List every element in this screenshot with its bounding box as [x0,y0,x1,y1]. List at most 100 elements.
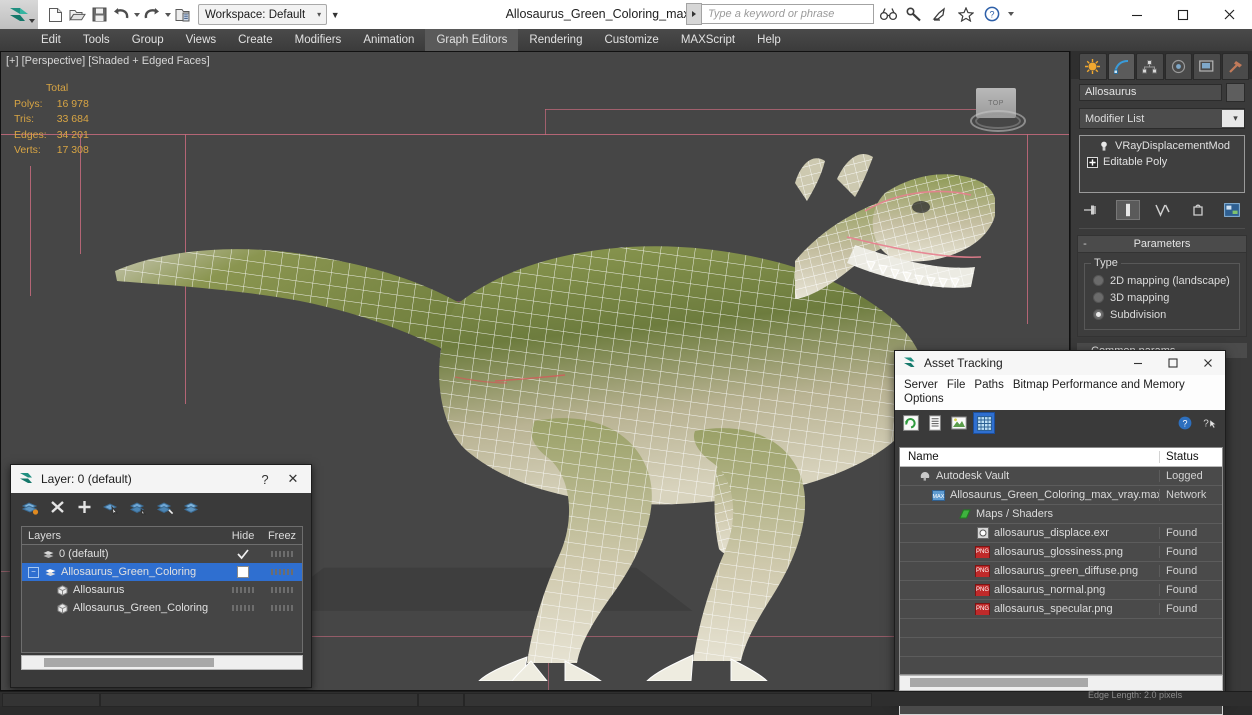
remove-modifier-button[interactable] [1187,201,1209,219]
layer-help-button[interactable]: ? [251,466,279,492]
stack-item-editable-poly[interactable]: Editable Poly [1082,154,1242,170]
asset-menu-server[interactable]: Server [904,378,947,392]
layer-row-default[interactable]: 0 (default) [22,545,302,563]
asset-menu-paths[interactable]: Paths [974,378,1012,392]
show-end-result-button[interactable] [1115,200,1140,220]
layer-current-check[interactable] [224,548,262,560]
star-button[interactable] [954,2,978,26]
asset-row-maps-shaders[interactable]: Maps / Shaders [900,505,1222,524]
menu-create[interactable]: Create [227,29,284,51]
layer-freeze-toggle[interactable] [262,551,302,557]
menu-views[interactable]: Views [175,29,227,51]
menu-rendering[interactable]: Rendering [518,29,593,51]
menu-group[interactable]: Group [121,29,175,51]
new-layer-icon[interactable] [21,498,39,516]
checkbox-icon[interactable] [237,566,249,578]
asset-row-autodesk-vault[interactable]: Autodesk Vault Logged [900,467,1222,486]
binoculars-button[interactable] [876,2,900,26]
asset-maximize-button[interactable] [1155,351,1190,375]
help-dropdown-button[interactable] [1006,3,1015,25]
asset-row-max-file[interactable]: MAX Allosaurus_Green_Coloring_max_vray.m… [900,486,1222,505]
open-file-button[interactable] [66,4,88,26]
asset-row-green-diffuse-png[interactable]: PNG allosaurus_green_diffuse.png Found [900,562,1222,581]
radio-icon[interactable] [1093,292,1104,303]
layer-hide-checkbox[interactable] [224,566,262,578]
view-cube[interactable]: TOP [970,88,1026,136]
object-name-field[interactable]: Allosaurus [1079,84,1222,101]
bitmap-view-button[interactable] [949,413,969,433]
layer-freeze-toggle[interactable] [262,587,302,593]
help-button[interactable]: ? [1175,413,1195,433]
workspace-selector[interactable]: Workspace: Default ▾ [198,4,328,25]
workspace-menu-button[interactable]: ▼ [327,5,343,24]
help-button[interactable]: ? [980,2,1004,26]
table-view-button[interactable] [973,412,995,434]
layer-properties-icon[interactable] [183,498,201,516]
search-input[interactable]: Type a keyword or phrase [702,4,874,24]
layer-row-object-allosaurus-green-coloring[interactable]: Allosaurus_Green_Coloring [22,599,302,617]
motion-tab[interactable] [1164,53,1192,80]
layer-hide-toggle[interactable] [224,587,262,593]
scrollbar-thumb[interactable] [44,658,214,667]
menu-help[interactable]: Help [746,29,792,51]
object-color-swatch[interactable] [1226,83,1245,102]
asset-menu-file[interactable]: File [947,378,975,392]
asset-row-specular-png[interactable]: PNG allosaurus_specular.png Found [900,600,1222,619]
asset-menu-options[interactable]: Options [904,392,953,406]
menu-animation[interactable]: Animation [352,29,425,51]
stack-item-vraydisplacementmod[interactable]: VRayDisplacementMod [1082,138,1242,154]
option-subdivision[interactable]: Subdivision [1093,306,1233,323]
add-selection-icon[interactable] [156,498,174,516]
layer-dialog[interactable]: Layer: 0 (default) ? ✕ Layers Hide Freez… [10,464,312,688]
close-button[interactable] [1206,0,1252,29]
redo-dropdown-button[interactable] [163,4,172,26]
parameters-rollout-header[interactable]: - Parameters [1077,235,1247,253]
maximize-button[interactable] [1160,0,1206,29]
minimize-button[interactable] [1114,0,1160,29]
menu-graph-editors[interactable]: Graph Editors [425,29,519,51]
layer-close-button[interactable]: ✕ [279,466,307,492]
app-logo-button[interactable] [0,0,38,29]
layer-list[interactable]: Layers Hide Freez 0 (default) − Allosaur… [21,526,303,653]
create-tab[interactable] [1079,53,1107,80]
menu-customize[interactable]: Customize [593,29,669,51]
asset-close-button[interactable] [1190,351,1225,375]
scrollbar-thumb[interactable] [910,678,1088,687]
make-unique-button[interactable] [1152,201,1174,219]
modify-tab[interactable] [1107,53,1135,80]
option-2d-mapping[interactable]: 2D mapping (landscape) [1093,272,1233,289]
asset-row-displace-exr[interactable]: allosaurus_displace.exr Found [900,524,1222,543]
list-view-button[interactable] [925,413,945,433]
plus-box-icon[interactable] [1086,156,1098,168]
layer-freeze-toggle[interactable] [262,605,302,611]
layer-row-object-allosaurus[interactable]: Allosaurus [22,581,302,599]
utilities-tab[interactable] [1221,53,1249,80]
undo-dropdown-button[interactable] [132,4,141,26]
asset-table[interactable]: Name Status Autodesk Vault Logged MAX Al… [899,447,1223,675]
search-dropdown-button[interactable] [686,3,702,25]
layer-horizontal-scrollbar[interactable] [21,655,303,670]
asset-minimize-button[interactable] [1120,351,1155,375]
radio-icon-selected[interactable] [1093,309,1104,320]
undo-button[interactable] [110,4,132,26]
save-file-button[interactable] [88,4,110,26]
modifier-list-dropdown[interactable]: Modifier List ▾ [1079,108,1245,129]
project-folder-button[interactable] [172,4,194,26]
asset-row-normal-png[interactable]: PNG allosaurus_normal.png Found [900,581,1222,600]
context-help-button[interactable]: ? [1199,413,1219,433]
redo-button[interactable] [141,4,163,26]
select-objects-icon[interactable] [102,498,120,516]
wrench-button[interactable] [902,2,926,26]
satellite-button[interactable] [928,2,952,26]
layer-hide-toggle[interactable] [224,605,262,611]
chevron-down-icon[interactable]: ▾ [1222,110,1244,127]
configure-sets-button[interactable] [1221,201,1243,219]
add-layer-icon[interactable] [75,498,93,516]
asset-tracking-dialog[interactable]: Asset Tracking Server File Paths Bitmap … [894,350,1226,715]
rollout-collapse-icon[interactable]: - [1078,238,1092,250]
radio-icon[interactable] [1093,275,1104,286]
menu-modifiers[interactable]: Modifiers [284,29,353,51]
asset-row-glossiness-png[interactable]: PNG allosaurus_glossiness.png Found [900,543,1222,562]
expand-collapse-icon[interactable]: − [28,566,39,578]
new-file-button[interactable] [44,4,66,26]
